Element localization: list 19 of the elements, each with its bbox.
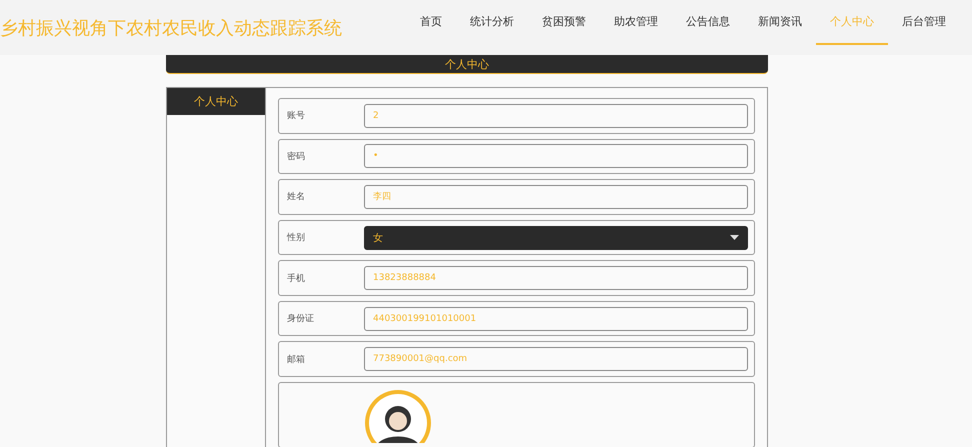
field-label: 性别 xyxy=(287,232,306,244)
caret-icon xyxy=(730,235,739,240)
nav-link[interactable]: 首页 xyxy=(406,0,456,45)
nav-link[interactable]: 贫困预警 xyxy=(528,0,600,45)
field-label: 账号 xyxy=(287,110,306,122)
nav-link[interactable]: 公告信息 xyxy=(672,0,744,45)
field-label: 密码 xyxy=(287,150,306,163)
select-field[interactable]: 女 xyxy=(364,226,748,250)
field-label: 身份证 xyxy=(287,312,315,326)
page-title-bar: 个人中心 xyxy=(166,55,768,74)
nav-link[interactable]: 助农管理 xyxy=(600,0,672,45)
nav-link[interactable]: 统计分析 xyxy=(456,0,528,45)
field-label: 姓名 xyxy=(287,190,306,204)
site-title: 乡村振兴视角下农村农民收入动态跟踪系统 xyxy=(0,16,342,40)
nav-link[interactable]: 后台管理 xyxy=(888,0,960,45)
field-label: 邮箱 xyxy=(287,354,306,366)
nav-link[interactable]: 新闻资讯 xyxy=(744,0,816,45)
sidebar-item[interactable]: 个人中心 xyxy=(167,88,265,115)
field-label: 手机 xyxy=(287,272,306,285)
